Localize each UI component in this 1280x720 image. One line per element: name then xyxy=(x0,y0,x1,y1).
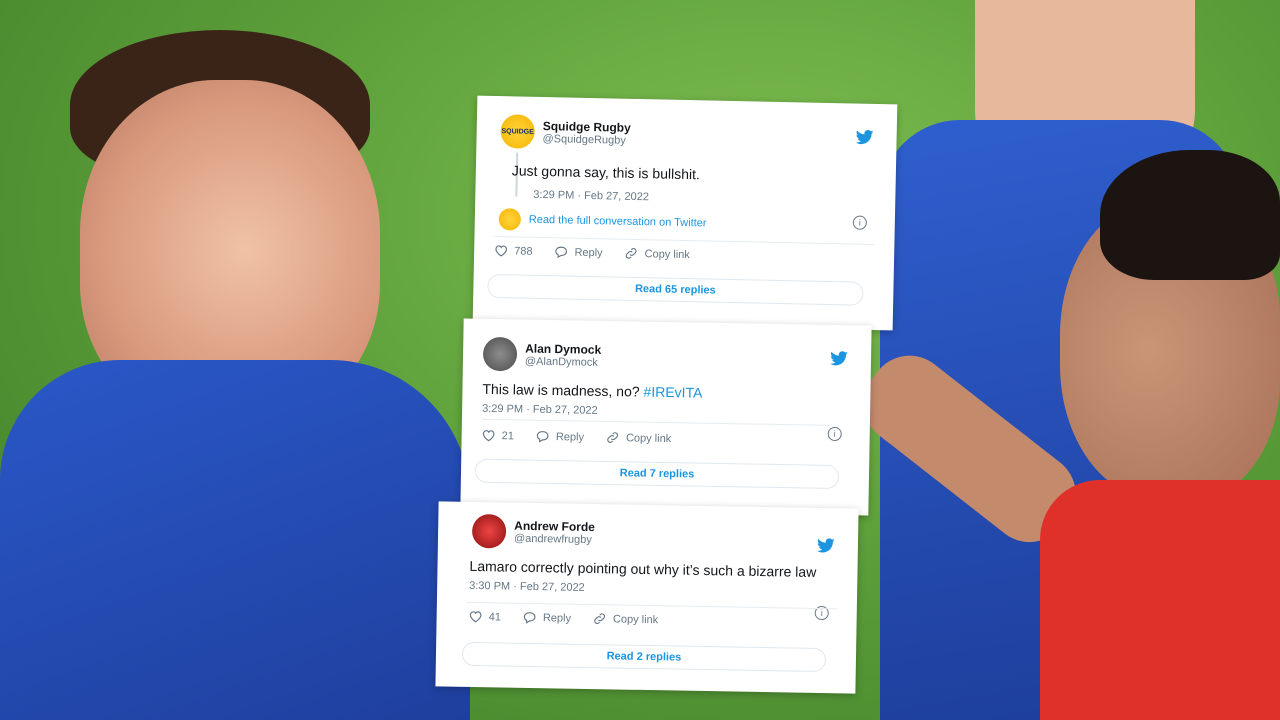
copy-link-label: Copy link xyxy=(625,431,672,445)
read-replies-button[interactable]: Read 7 replies xyxy=(474,458,840,490)
link-icon xyxy=(626,248,637,259)
tweet-text: Lamaro correctly pointing out why it’s s… xyxy=(469,557,817,580)
tweet-card-squidge: SQUIDGE Squidge Rugby @SquidgeRugby Just… xyxy=(472,95,898,331)
like-button[interactable]: 788 xyxy=(494,244,533,258)
read-replies-button[interactable]: Read 2 replies xyxy=(461,641,827,673)
tweet-text: Just gonna say, this is bullshit. xyxy=(511,162,701,183)
heart-icon xyxy=(495,245,508,257)
left-player-jersey xyxy=(0,360,470,720)
tweet-timestamp[interactable]: 3:29 PM · Feb 27, 2022 xyxy=(482,403,598,417)
tweet-timestamp[interactable]: 3:30 PM · Feb 27, 2022 xyxy=(469,580,585,594)
divider xyxy=(466,601,837,610)
tweet-timestamp[interactable]: 3:29 PM · Feb 27, 2022 xyxy=(533,189,649,203)
copy-link-button[interactable]: Copy link xyxy=(606,431,671,445)
reply-icon xyxy=(524,612,536,624)
reply-label: Reply xyxy=(574,246,603,259)
copy-link-button[interactable]: Copy link xyxy=(593,612,658,626)
avatar[interactable] xyxy=(482,336,518,372)
tweet-header: SQUIDGE Squidge Rugby @SquidgeRugby xyxy=(500,114,631,151)
tweet-card-dymock: Alan Dymock @AlanDymock This law is madn… xyxy=(460,318,872,516)
author-name[interactable]: Alan Dymock xyxy=(525,342,601,357)
reply-icon xyxy=(555,246,568,259)
read-replies-button[interactable]: Read 65 replies xyxy=(487,273,864,306)
referee-hair xyxy=(1100,150,1280,280)
divider xyxy=(494,236,875,245)
like-count: 41 xyxy=(488,610,501,623)
avatar-text: SQUIDGE xyxy=(501,127,534,136)
conversation-link-text[interactable]: Read the full conversation on Twitter xyxy=(529,214,707,230)
reply-button[interactable]: Reply xyxy=(554,245,603,259)
tweet-actions: 41 Reply Copy link xyxy=(469,610,681,627)
tweet-header: Andrew Forde @andrewfrugby xyxy=(471,513,595,550)
tweet-text: This law is madness, no? #IREvITA xyxy=(482,381,702,401)
reply-label: Reply xyxy=(542,611,572,625)
tweet-actions: 788 Reply Copy link xyxy=(494,244,712,262)
twitter-bird-icon[interactable] xyxy=(829,351,849,367)
info-icon[interactable]: i xyxy=(852,215,867,230)
mini-avatar xyxy=(498,208,522,231)
referee-shirt xyxy=(1040,480,1280,720)
full-conversation-link[interactable]: Read the full conversation on Twitter xyxy=(498,208,707,234)
avatar[interactable] xyxy=(471,513,507,549)
author-name[interactable]: Andrew Forde xyxy=(514,519,595,534)
reply-button[interactable]: Reply xyxy=(536,430,584,444)
copy-link-button[interactable]: Copy link xyxy=(624,247,690,261)
reply-label: Reply xyxy=(555,430,585,444)
copy-link-label: Copy link xyxy=(644,247,690,261)
heart-icon xyxy=(482,430,495,442)
tweet-body: This law is madness, no? xyxy=(482,380,640,400)
reply-button[interactable]: Reply xyxy=(523,611,571,625)
tweet-card-forde: Andrew Forde @andrewfrugby Lamaro correc… xyxy=(435,501,859,694)
divider xyxy=(481,418,830,426)
heart-icon xyxy=(469,611,482,623)
tweet-header: Alan Dymock @AlanDymock xyxy=(482,336,602,373)
like-button[interactable]: 21 xyxy=(482,429,514,443)
author-handle[interactable]: @SquidgeRugby xyxy=(542,133,630,147)
info-icon[interactable]: i xyxy=(827,426,842,442)
author-handle[interactable]: @AlanDymock xyxy=(525,356,601,369)
reply-icon xyxy=(537,431,549,443)
hashtag-link[interactable]: #IREvITA xyxy=(643,384,702,401)
twitter-bird-icon[interactable] xyxy=(816,538,836,554)
twitter-bird-icon[interactable] xyxy=(854,130,874,146)
like-count: 21 xyxy=(501,429,515,442)
copy-link-label: Copy link xyxy=(612,612,659,626)
like-button[interactable]: 41 xyxy=(469,610,501,624)
avatar[interactable]: SQUIDGE xyxy=(500,114,536,149)
link-icon xyxy=(594,613,606,624)
tweet-actions: 21 Reply Copy link xyxy=(482,429,694,446)
link-icon xyxy=(607,432,619,443)
like-count: 788 xyxy=(514,244,533,258)
author-handle[interactable]: @andrewfrugby xyxy=(514,533,595,546)
